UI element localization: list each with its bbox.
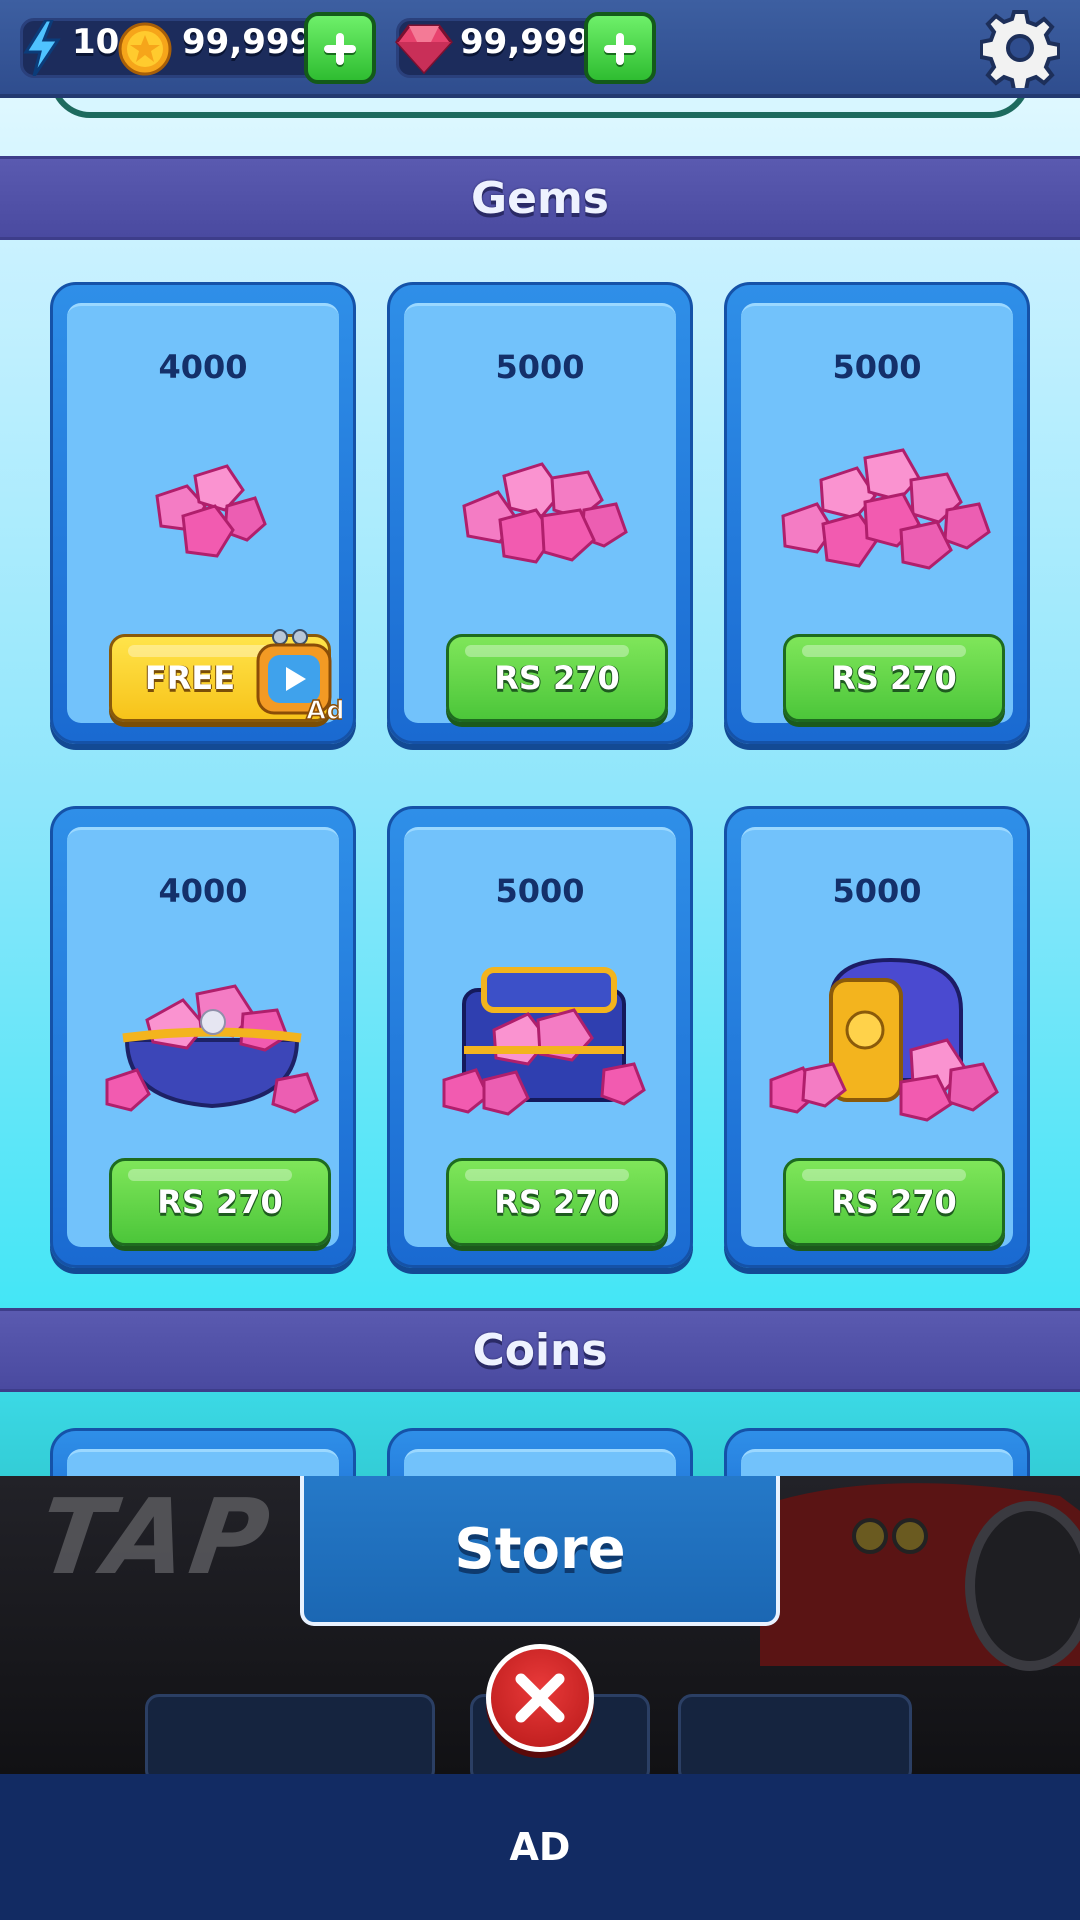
store-title: Store (454, 1516, 626, 1582)
card-body (67, 1449, 339, 1476)
offer-amount: 5000 (832, 872, 922, 910)
close-button[interactable] (486, 1644, 594, 1752)
gem-offer-card[interactable]: 5000 RS 270 (387, 806, 693, 1268)
price-label: RS 270 (831, 1183, 957, 1221)
ad-banner[interactable]: AD (0, 1774, 1080, 1920)
store-scroll-panel[interactable]: Gems 4000 FREE Ad 5000 RS 270 5000 RS 27… (0, 98, 1080, 1476)
medium-gem-pile-icon (462, 462, 628, 564)
gem-offer-card[interactable]: 5000 RS 270 (724, 282, 1030, 744)
gem-purse-icon (105, 984, 319, 1114)
coin-count: 99,999 (182, 22, 314, 62)
price-label: RS 270 (494, 1183, 620, 1221)
gem-chest-icon (442, 967, 646, 1116)
bolt-icon (23, 20, 61, 76)
coin-icon (118, 22, 172, 76)
gem-offer-card[interactable]: 4000 FREE Ad (50, 282, 356, 744)
gem-offer-card[interactable]: 5000 RS 270 (387, 282, 693, 744)
gem-offer-card[interactable]: 4000 RS 270 (50, 806, 356, 1268)
buy-button[interactable]: RS 270 (446, 634, 668, 722)
gem-offer-card[interactable]: 5000 RS 270 (724, 806, 1030, 1268)
top-bar: 10 99,999 99,999 (0, 0, 1080, 98)
coin-offer-card[interactable] (387, 1428, 693, 1476)
previous-item-edge (50, 98, 1030, 118)
close-icon (515, 1673, 565, 1723)
coin-offer-card[interactable] (724, 1428, 1030, 1476)
ad-tv-icon: Ad (256, 629, 342, 727)
free-ad-button[interactable]: FREE Ad (109, 629, 342, 727)
gem-vault-icon (769, 957, 999, 1122)
card-body: 4000 FREE Ad (67, 303, 342, 727)
coins-section-title: Coins (472, 1324, 608, 1376)
buy-button[interactable]: RS 270 (783, 1158, 1005, 1246)
background-tile (678, 1694, 912, 1774)
coins-section-header: Coins (0, 1308, 1080, 1392)
small-gem-pile-icon (155, 464, 267, 558)
car-icon (760, 1483, 1080, 1671)
button-label: FREE (144, 659, 236, 697)
card-body: 5000 RS 270 (741, 827, 1013, 1247)
card-body: 4000 RS 270 (67, 827, 339, 1247)
price-label: RS 270 (494, 659, 620, 697)
card-body: 5000 RS 270 (741, 303, 1013, 723)
coin-offer-card[interactable] (50, 1428, 356, 1476)
add-coins-button[interactable] (304, 12, 376, 84)
offer-amount: 5000 (495, 872, 585, 910)
large-gem-pile-icon (781, 448, 991, 570)
gems-section-header: Gems (0, 156, 1080, 240)
price-label: RS 270 (157, 1183, 283, 1221)
ad-badge-text: Ad (306, 696, 342, 726)
add-gems-button[interactable] (584, 12, 656, 84)
buy-button[interactable]: RS 270 (783, 634, 1005, 722)
gear-icon[interactable] (980, 8, 1060, 88)
buy-button[interactable]: RS 270 (109, 1158, 331, 1246)
card-body (741, 1449, 1013, 1476)
offer-amount: 4000 (158, 348, 248, 386)
buy-button[interactable]: RS 270 (446, 1158, 668, 1246)
ad-banner-label: AD (509, 1825, 571, 1869)
card-body: 5000 RS 270 (404, 303, 676, 723)
store-title-box: Store (300, 1476, 780, 1626)
offer-amount: 5000 (495, 348, 585, 386)
energy-count: 10 (72, 22, 120, 62)
offer-amount: 4000 (158, 872, 248, 910)
price-label: RS 270 (831, 659, 957, 697)
gem-count: 99,999 (460, 22, 592, 62)
card-body: 5000 RS 270 (404, 827, 676, 1247)
background-tile (145, 1694, 435, 1774)
card-body (404, 1449, 676, 1476)
gem-icon (395, 24, 453, 74)
offer-amount: 5000 (832, 348, 922, 386)
gems-section-title: Gems (471, 172, 609, 224)
